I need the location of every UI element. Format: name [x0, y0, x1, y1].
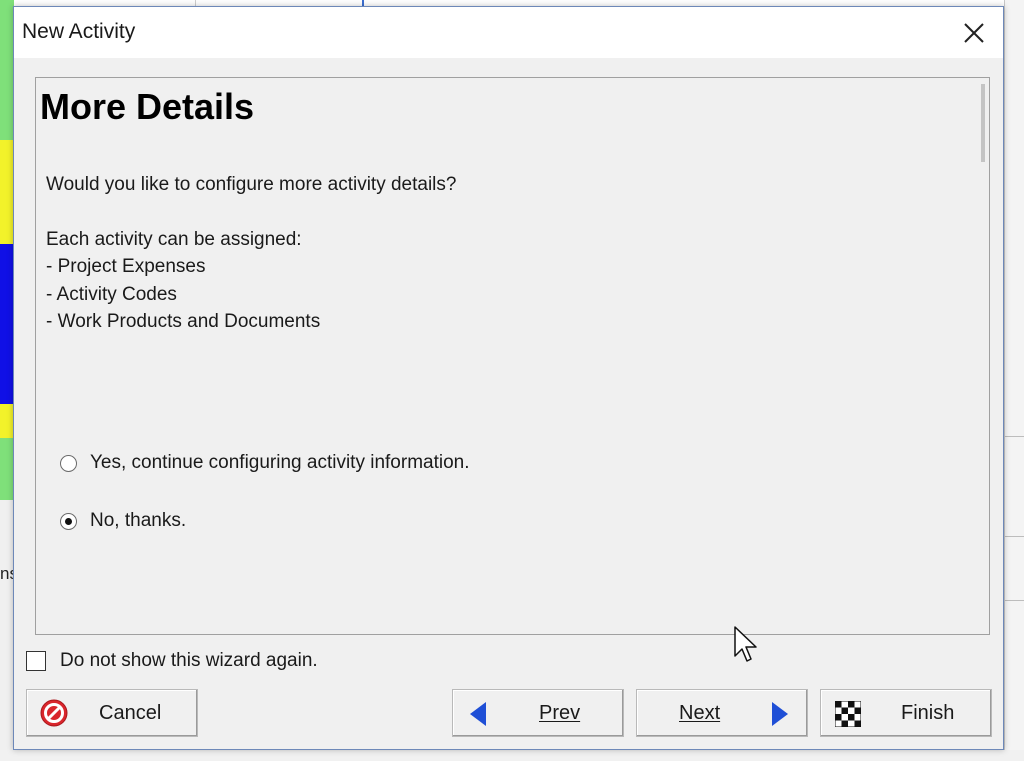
checkbox-label: Do not show this wizard again. — [60, 650, 318, 671]
content-panel: More Details Would you like to configure… — [35, 77, 990, 635]
option-label: Yes, continue configuring activity infor… — [90, 452, 470, 473]
green-stripe — [0, 438, 14, 500]
do-not-show-again-checkbox[interactable] — [26, 651, 46, 671]
next-button[interactable]: Next — [636, 689, 808, 737]
blue-stripe — [0, 244, 14, 404]
left-triangle-icon — [470, 702, 486, 726]
option-label: No, thanks. — [90, 510, 187, 531]
background-app-right-strip — [1004, 0, 1024, 761]
window-title: New Activity — [22, 20, 136, 43]
option-yes-continue[interactable]: Yes, continue configuring activity infor… — [60, 452, 470, 474]
option-no-thanks[interactable]: No, thanks. — [60, 510, 186, 532]
title-bar: New Activity — [14, 7, 1003, 58]
scrollbar-thumb[interactable] — [981, 84, 985, 162]
cancel-button[interactable]: Cancel — [26, 689, 198, 737]
next-label: Next — [679, 701, 721, 724]
page-heading: More Details — [40, 86, 255, 127]
new-activity-dialog: New Activity More Details Would you like… — [13, 6, 1004, 750]
yellow-stripe — [0, 404, 14, 438]
radio-button-selected[interactable] — [60, 512, 77, 530]
yellow-stripe — [0, 140, 14, 244]
radio-button[interactable] — [60, 454, 77, 472]
vertical-scrollbar[interactable] — [971, 78, 989, 634]
gray-area — [0, 500, 14, 750]
background-app-left-strip — [0, 0, 14, 761]
prev-label: Prev — [539, 701, 581, 724]
no-entry-icon — [40, 699, 68, 727]
background-app-bottom — [0, 750, 1024, 761]
close-icon — [964, 22, 984, 43]
detail-item: - Activity Codes — [46, 284, 177, 305]
detail-item: - Work Products and Documents — [46, 311, 321, 332]
prev-button[interactable]: Prev — [452, 689, 624, 737]
intro-text: Each activity can be assigned: — [46, 229, 302, 250]
cancel-label: Cancel — [99, 701, 162, 724]
finish-label: Finish — [901, 701, 955, 724]
right-triangle-icon — [772, 702, 788, 726]
do-not-show-again-checkbox-row[interactable]: Do not show this wizard again. — [26, 650, 318, 672]
green-stripe — [0, 0, 14, 140]
background-partial-text: ns — [0, 564, 14, 583]
finish-button[interactable]: Finish — [820, 689, 992, 737]
detail-item: - Project Expenses — [46, 256, 206, 277]
question-text: Would you like to configure more activit… — [46, 174, 457, 195]
close-button[interactable] — [945, 7, 1003, 58]
checkered-flag-icon — [835, 701, 861, 727]
mouse-cursor-icon — [734, 626, 757, 662]
